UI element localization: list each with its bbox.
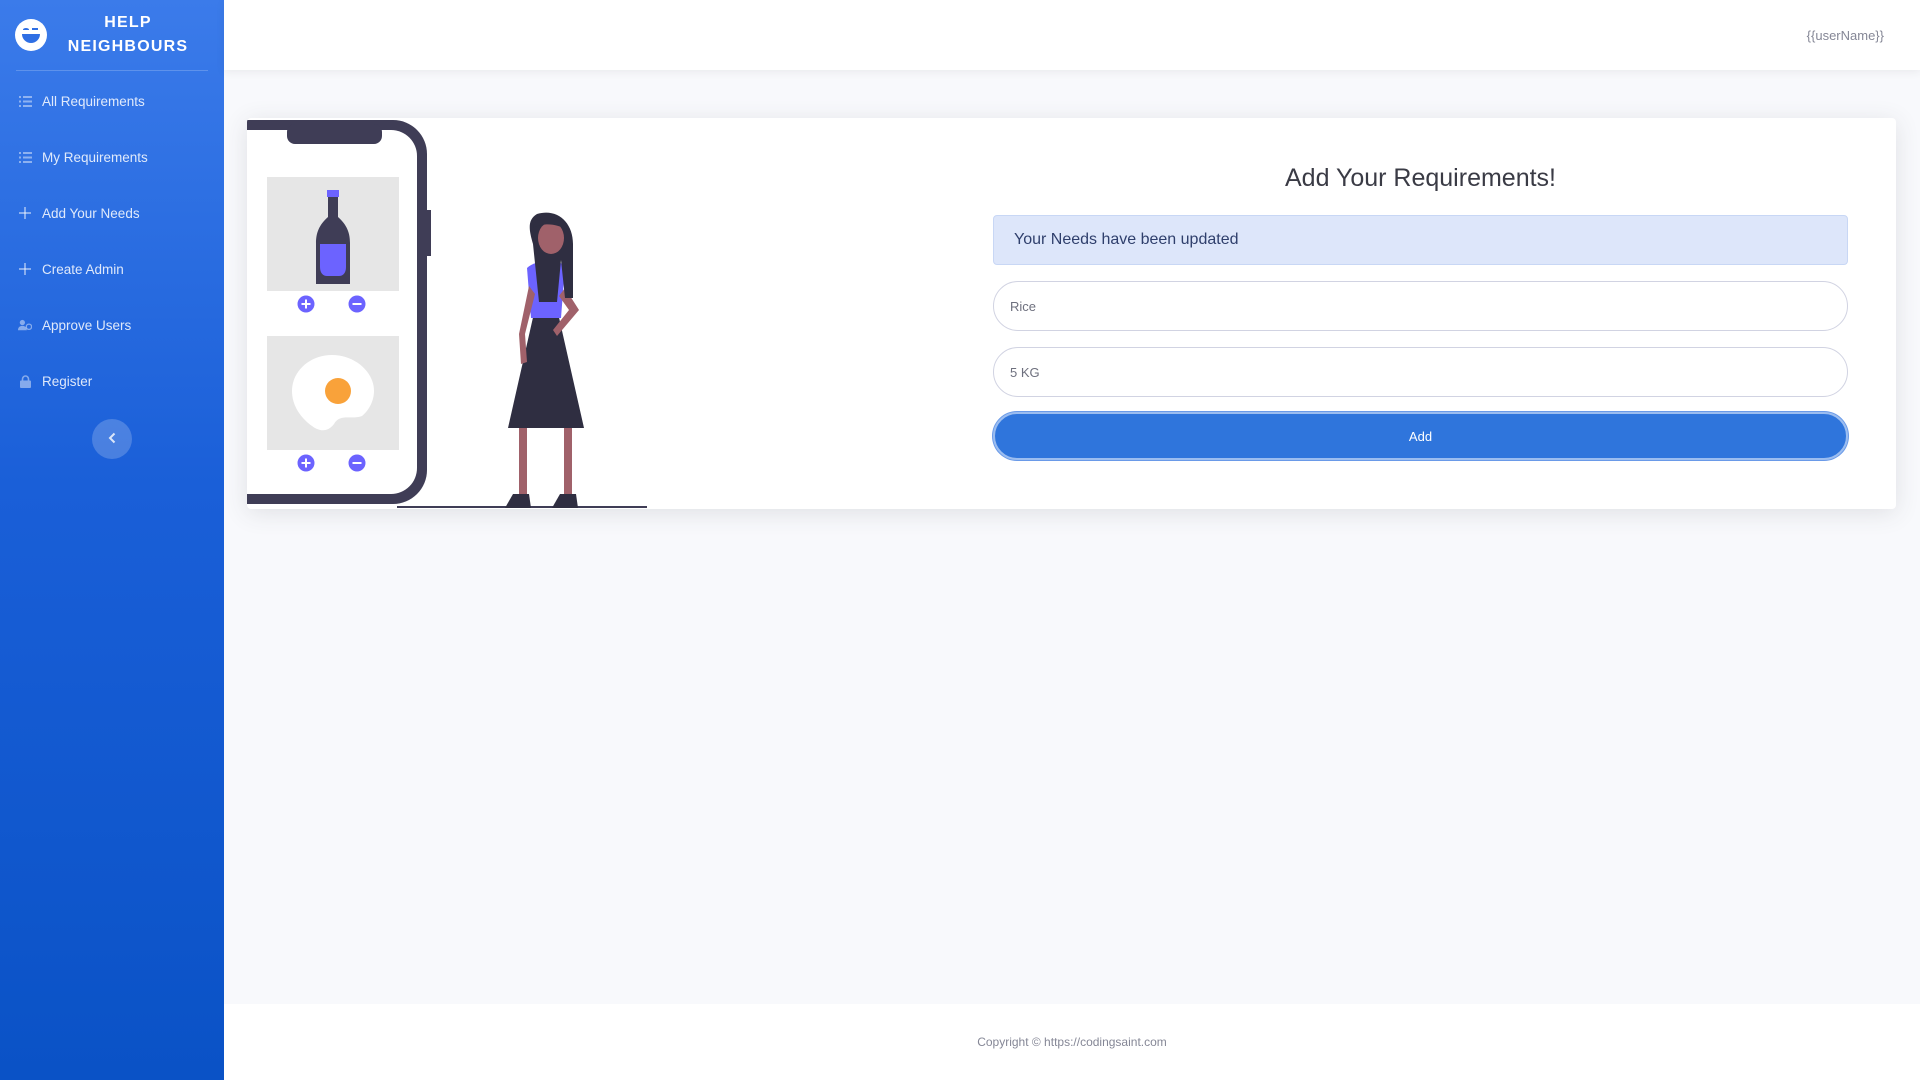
user-check-icon [18,319,32,331]
shopping-illustration [247,118,667,509]
form-title: Add Your Requirements! [1284,164,1556,192]
requirement-form: Add Your Requirements! Your Needs have b… [993,118,1848,460]
sidebar-item-label: Register [42,373,93,389]
brand-title: HELP NEIGHBOURS [67,14,189,55]
sidebar-item-label: My Requirements [42,149,148,165]
sidebar-item-label: All Requirements [42,93,145,109]
item-name-input[interactable]: Rice [993,281,1848,331]
plus-icon [18,263,32,275]
sidebar-item-label: Add Your Needs [42,205,140,221]
sidebar-item-all-requirements[interactable]: All Requirements [0,73,224,129]
lock-icon [18,374,32,388]
sidebar-divider [16,70,208,71]
sidebar-item-register[interactable]: Register [0,353,224,409]
sidebar-item-label: Create Admin [42,261,124,277]
sidebar-item-approve-users[interactable]: Approve Users [0,297,224,353]
user-name[interactable]: {{userName}} [1807,28,1884,43]
add-button[interactable]: Add [993,412,1848,460]
list-icon [18,151,32,163]
chevron-left-icon [108,431,116,447]
sidebar-nav: All Requirements My Requirements Add You… [0,73,224,409]
list-icon [18,95,32,107]
plus-icon [18,207,32,219]
sidebar-item-my-requirements[interactable]: My Requirements [0,129,224,185]
add-requirements-card: Add Your Requirements! Your Needs have b… [247,118,1896,509]
sidebar-item-add-your-needs[interactable]: Add Your Needs [0,185,224,241]
copyright-text: Copyright © https://codingsaint.com [977,1035,1167,1049]
sidebar-item-create-admin[interactable]: Create Admin [0,241,224,297]
sidebar-item-label: Approve Users [42,317,132,333]
topbar: {{userName}} [224,0,1920,70]
brand-link[interactable]: HELP NEIGHBOURS [0,0,224,70]
footer: Copyright © https://codingsaint.com [224,1004,1920,1080]
sidebar: HELP NEIGHBOURS All Requirements My Requi… [0,0,224,1080]
laughing-face-icon [15,19,47,51]
quantity-input[interactable]: 5 KG [993,347,1848,397]
success-alert: Your Needs have been updated [993,215,1848,265]
sidebar-toggle-button[interactable] [92,419,132,459]
